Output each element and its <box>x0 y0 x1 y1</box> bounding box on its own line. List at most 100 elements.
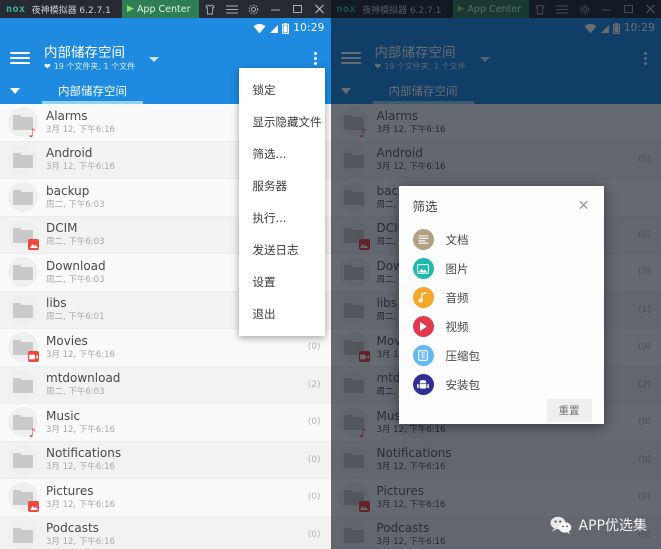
video-icon <box>412 316 434 337</box>
file-count: (0) <box>307 454 321 465</box>
filter-option-3[interactable]: 视频 <box>399 312 604 341</box>
menu-item-5[interactable]: 发送日志 <box>239 234 325 266</box>
file-row-text: Music3月 12, 下午6:16 <box>46 409 302 436</box>
menu-item-7[interactable]: 退出 <box>239 298 325 330</box>
overflow-menu[interactable]: 锁定 显示隐藏文件 筛选... 服务器 执行... 发送日志 设置 退出 <box>238 68 325 336</box>
chevron-down-icon[interactable] <box>10 88 20 94</box>
right-panel: nox 夜神模拟器 6.2.7.1 ▶ App Center <box>330 0 661 549</box>
watermark: APP优选集 <box>550 515 647 535</box>
status-icons <box>253 19 290 38</box>
file-name: Music <box>46 408 81 423</box>
folder-icon <box>8 144 38 175</box>
menu-item-4[interactable]: 执行... <box>239 202 325 234</box>
table-row[interactable]: mtdownload周二, 下午6:03 (2) <box>0 366 331 404</box>
folder-icon <box>8 444 38 475</box>
menu-item-2[interactable]: 筛选... <box>239 138 325 170</box>
image-badge-icon <box>28 238 39 250</box>
shirt-icon[interactable] <box>199 0 221 18</box>
left-panel: nox 夜神模拟器 6.2.7.1 ▶ App Center 10:29 内部储… <box>0 0 331 549</box>
wechat-icon <box>550 516 572 535</box>
gear-icon[interactable] <box>243 0 265 18</box>
music-badge-icon: ♪ <box>28 425 37 440</box>
nox-logo: nox <box>6 3 26 15</box>
filter-options-list[interactable]: 文档图片 音频视频压缩包安装包 <box>399 221 604 399</box>
file-date: 3月 12, 下午6:16 <box>46 537 115 548</box>
filter-option-label: 文档 <box>445 232 469 247</box>
filter-option-4[interactable]: 压缩包 <box>399 341 604 370</box>
folder-icon <box>8 219 39 250</box>
table-row[interactable]: Pictures3月 12, 下午6:16 (0) <box>0 479 331 517</box>
tab-internal-storage[interactable]: 内部储存空间 <box>42 78 143 104</box>
emulator-title: 夜神模拟器 6.2.7.1 <box>31 5 111 16</box>
file-name: Pictures <box>46 483 94 498</box>
file-name: mtdownload <box>46 371 121 386</box>
filter-option-label: 视频 <box>445 319 469 334</box>
image-badge-icon <box>28 501 39 513</box>
menu-item-6[interactable]: 设置 <box>239 266 325 298</box>
kebab-icon[interactable] <box>310 48 321 69</box>
minimize-icon[interactable] <box>265 0 287 18</box>
file-date: 周二, 下午6:03 <box>46 387 105 398</box>
screen-root: nox 夜神模拟器 6.2.7.1 ▶ App Center 10:29 内部储… <box>0 0 661 549</box>
folder-icon <box>8 519 38 549</box>
file-date: 3月 12, 下午6:16 <box>46 462 115 473</box>
file-row-text: Podcasts3月 12, 下午6:16 <box>46 521 302 548</box>
menu-icon[interactable] <box>221 0 243 18</box>
menu-item-1[interactable]: 显示隐藏文件 <box>239 106 325 138</box>
menu-item-3[interactable]: 服务器 <box>239 170 325 202</box>
filter-option-label: 安装包 <box>445 377 481 392</box>
wifi-icon <box>253 19 266 38</box>
filter-option-5[interactable]: 安装包 <box>399 370 604 399</box>
file-date: 3月 12, 下午6:16 <box>46 499 115 510</box>
watermark-text: APP优选集 <box>578 518 647 534</box>
filter-dialog-header: 筛选 ✕ <box>399 186 604 221</box>
table-row[interactable]: Podcasts3月 12, 下午6:16 (0) <box>0 516 331 549</box>
close-icon[interactable]: ✕ <box>576 199 592 213</box>
folder-icon <box>8 257 38 288</box>
app-bar-title-group: 内部储存空间 ❤ 19 个文件夹, 1 个文件 <box>44 45 135 72</box>
reset-button[interactable]: 重置 <box>546 399 592 422</box>
close-icon[interactable] <box>309 0 331 18</box>
file-row-text: Notifications3月 12, 下午6:16 <box>46 446 302 473</box>
table-row[interactable]: ♪ Music3月 12, 下午6:16 (0) <box>0 404 331 442</box>
file-count: (0) <box>307 492 321 503</box>
filter-dialog: 筛选 ✕ 文档图片 音频视频压缩包安装包 重置 <box>398 186 604 424</box>
app-center-label: App Center <box>136 3 191 15</box>
filter-option-2[interactable]: 音频 <box>399 283 604 312</box>
file-row-text: Pictures3月 12, 下午6:16 <box>46 484 302 511</box>
page-title: 内部储存空间 <box>44 44 125 61</box>
file-name: Podcasts <box>46 521 99 536</box>
folder-icon <box>8 182 38 213</box>
filter-option-0[interactable]: 文档 <box>399 225 604 254</box>
folder-icon <box>8 482 39 513</box>
page-subtitle-text: 19 个文件夹, 1 个文件 <box>53 61 136 71</box>
caret-down-icon[interactable] <box>149 56 160 62</box>
page-subtitle: ❤ 19 个文件夹, 1 个文件 <box>44 61 135 72</box>
file-count: (0) <box>307 529 321 540</box>
archive-icon <box>412 345 434 366</box>
folder-icon <box>8 369 38 400</box>
emulator-title-bar: nox 夜神模拟器 6.2.7.1 ▶ App Center <box>0 0 331 18</box>
filter-option-label: 压缩包 <box>445 348 481 363</box>
file-name: Movies <box>46 333 88 348</box>
battery-icon <box>282 19 290 38</box>
table-row[interactable]: Notifications3月 12, 下午6:16 (0) <box>0 441 331 479</box>
leaf-icon: ▶ <box>127 4 134 14</box>
file-count: (2) <box>307 379 321 390</box>
tab-indicator <box>42 101 143 104</box>
file-row-text: mtdownload周二, 下午6:03 <box>46 371 302 398</box>
file-count: (0) <box>307 417 321 428</box>
file-row-text: Movies3月 12, 下午6:16 <box>46 334 302 361</box>
filter-dialog-title: 筛选 <box>412 199 438 214</box>
tab-label: 内部储存空间 <box>58 84 127 98</box>
signal-icon <box>269 19 279 38</box>
apk-icon <box>412 374 434 395</box>
filter-option-1[interactable]: 图片 <box>399 254 604 283</box>
hamburger-icon[interactable] <box>10 52 30 64</box>
maximize-icon[interactable] <box>287 0 309 18</box>
video-badge-icon <box>28 351 39 363</box>
file-count: (0) <box>307 342 321 353</box>
menu-item-0[interactable]: 锁定 <box>239 74 325 106</box>
app-center-button[interactable]: ▶ App Center <box>122 0 199 18</box>
music-badge-icon: ♪ <box>28 125 37 140</box>
